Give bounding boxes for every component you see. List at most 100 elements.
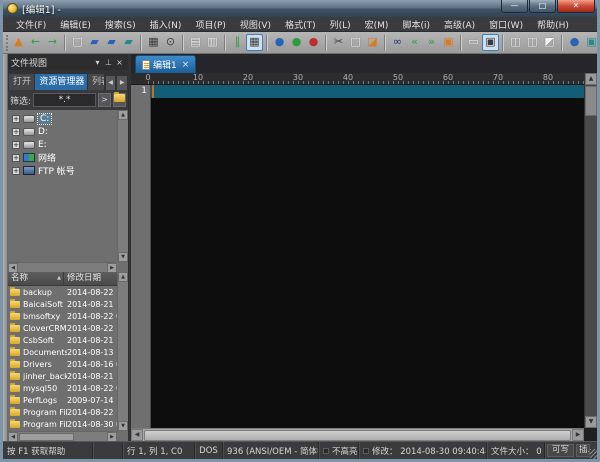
tree-item-ftp[interactable]: + FTP 帐号 (8, 164, 117, 177)
status-encoding[interactable]: 936 (ANSI/OEM - 简体中文 GBK) (223, 442, 319, 459)
status-line-ending[interactable]: DOS (195, 442, 223, 459)
web-icon[interactable]: ● (566, 34, 583, 51)
print-icon[interactable]: ▦ (145, 34, 162, 51)
menu-script[interactable]: 脚本(i) (395, 18, 437, 31)
menu-project[interactable]: 项目(P) (188, 18, 232, 31)
list-item[interactable]: backup2014-08-22 10 (8, 286, 117, 298)
paste-icon[interactable]: ◪ (364, 34, 381, 51)
print-preview-icon[interactable]: ⊙ (162, 34, 179, 51)
toolbar-grip[interactable] (6, 35, 8, 51)
save-file-icon[interactable]: ▰ (120, 34, 137, 51)
filter-input[interactable]: *.* (33, 93, 96, 107)
cascade-windows-icon[interactable]: ◫ (507, 34, 524, 51)
tab-open[interactable]: 打开 (9, 74, 34, 90)
status-insert-mode-button[interactable]: 插.. (576, 444, 590, 457)
hex-mode-icon[interactable]: ▦ (246, 34, 263, 51)
menu-window[interactable]: 窗口(W) (482, 18, 530, 31)
expand-icon[interactable]: + (12, 167, 20, 175)
browser-blue-icon[interactable]: ● (271, 34, 288, 51)
panel-close-icon[interactable]: × (114, 58, 125, 67)
open-file-icon[interactable]: ▰ (86, 34, 103, 51)
tree-item-c[interactable]: + C: (8, 112, 117, 125)
status-writable-button[interactable]: 可写 (547, 444, 574, 457)
column-name[interactable]: 名称▲ (8, 272, 64, 285)
list-item[interactable]: BaicaiSoft2014-08-21 16 (8, 298, 117, 310)
filter-browse-button[interactable] (113, 93, 126, 107)
maximize-button[interactable]: □ (529, 0, 556, 13)
text-editor[interactable]: 1 (131, 85, 584, 428)
list-item[interactable]: Documents2014-08-13 14 (8, 346, 117, 358)
new-window-icon[interactable]: ▭ (465, 34, 482, 51)
copy-icon[interactable]: □ (347, 34, 364, 51)
document-tab[interactable]: 编辑1 × (135, 55, 196, 73)
list-item[interactable]: CsbSoft2014-08-21 13 (8, 334, 117, 346)
scroll-left-icon[interactable]: ◀ (8, 263, 18, 272)
list-item[interactable]: mysql502014-08-22 08 (8, 382, 117, 394)
tree-hscrollbar[interactable]: ◀ ▶ (8, 262, 117, 272)
tab-list[interactable]: 列表 (88, 74, 104, 90)
scroll-up-icon[interactable]: ▲ (118, 272, 128, 282)
list-hscrollbar[interactable]: ◀ ▶ (8, 431, 117, 441)
list-item[interactable]: Program File...2014-08-30 09 (8, 418, 117, 430)
scroll-down-icon[interactable]: ▼ (585, 416, 597, 428)
scrollbar-thumb[interactable] (585, 86, 597, 116)
menu-macro[interactable]: 宏(M) (358, 18, 396, 31)
scrollbar-thumb[interactable] (19, 433, 74, 441)
menu-edit[interactable]: 编辑(E) (53, 18, 98, 31)
forward-icon[interactable]: → (44, 34, 61, 51)
edit-surface[interactable] (151, 85, 584, 428)
menu-column[interactable]: 列(L) (323, 18, 358, 31)
list-item[interactable]: Program Files2014-08-22 12 (8, 406, 117, 418)
menu-insert[interactable]: 插入(N) (143, 18, 189, 31)
minimize-button[interactable]: — (501, 0, 528, 13)
menu-advanced[interactable]: 高级(A) (437, 18, 482, 31)
list-item[interactable]: jinher_backup2014-08-21 18 (8, 370, 117, 382)
tab-explorer[interactable]: 资源管理器 (35, 74, 87, 90)
tab-scroll-right-icon[interactable]: ▶ (117, 76, 127, 90)
menu-view[interactable]: 视图(V) (233, 18, 278, 31)
status-position[interactable]: 行 1, 列 1, C0 (123, 442, 195, 459)
close-file-icon[interactable]: ▰ (103, 34, 120, 51)
list-item[interactable]: bmsoftxy2014-08-22 08 (8, 310, 117, 322)
tree-item-d[interactable]: + D: (8, 125, 117, 138)
scroll-down-icon[interactable]: ▼ (118, 421, 128, 431)
browser-red-icon[interactable]: ● (305, 34, 322, 51)
edit-doc-icon[interactable]: ▥ (204, 34, 221, 51)
expand-icon[interactable]: + (12, 128, 20, 136)
panel-menu-icon[interactable]: ▾ (92, 58, 103, 67)
status-highlight[interactable]: 不高亮 (319, 442, 359, 459)
menu-format[interactable]: 格式(T) (278, 18, 323, 31)
expand-icon[interactable]: + (12, 154, 20, 162)
layers-icon[interactable]: ◩ (541, 34, 558, 51)
tree-item-e[interactable]: + E: (8, 138, 117, 151)
menu-search[interactable]: 搜索(S) (98, 18, 143, 31)
column-mode-icon[interactable]: ∥ (229, 34, 246, 51)
close-button[interactable]: ✕ (557, 0, 595, 13)
resize-grip[interactable] (590, 449, 597, 459)
new-file-icon[interactable]: □ (69, 34, 86, 51)
editor-hscrollbar[interactable]: ◀ ▶ (131, 428, 584, 441)
file-info-icon[interactable]: ▤ (187, 34, 204, 51)
bookmark-icon[interactable]: ▣ (440, 34, 457, 51)
scroll-left-icon[interactable]: ◀ (8, 432, 18, 442)
titlebar[interactable]: [编辑1] - — □ ✕ (3, 0, 597, 17)
tree-item-network[interactable]: + 网络 (8, 151, 117, 164)
list-item[interactable]: CloverCRM2014-08-22 12 (8, 322, 117, 334)
menu-help[interactable]: 帮助(H) (530, 18, 576, 31)
list-item[interactable]: PerfLogs2009-07-14 11 (8, 394, 117, 406)
tree-vscrollbar[interactable]: ▲ ▼ (117, 110, 128, 262)
tab-scroll-left-icon[interactable]: ◀ (106, 76, 116, 90)
scrollbar-thumb[interactable] (144, 430, 571, 441)
list-item[interactable]: Drivers2014-08-16 09 (8, 358, 117, 370)
scroll-right-icon[interactable]: ▶ (572, 429, 584, 441)
find-prev-icon[interactable]: « (406, 34, 423, 51)
expand-icon[interactable]: + (12, 141, 20, 149)
list-vscrollbar[interactable]: ▲ ▼ (117, 272, 128, 431)
back-icon[interactable]: ← (27, 34, 44, 51)
scroll-down-icon[interactable]: ▼ (118, 252, 128, 262)
find-next-icon[interactable]: » (423, 34, 440, 51)
scroll-right-icon[interactable]: ▶ (107, 432, 117, 442)
tile-windows-icon[interactable]: ◫ (524, 34, 541, 51)
scroll-left-icon[interactable]: ◀ (131, 429, 143, 441)
window-list-icon[interactable]: ▣ (482, 34, 499, 51)
